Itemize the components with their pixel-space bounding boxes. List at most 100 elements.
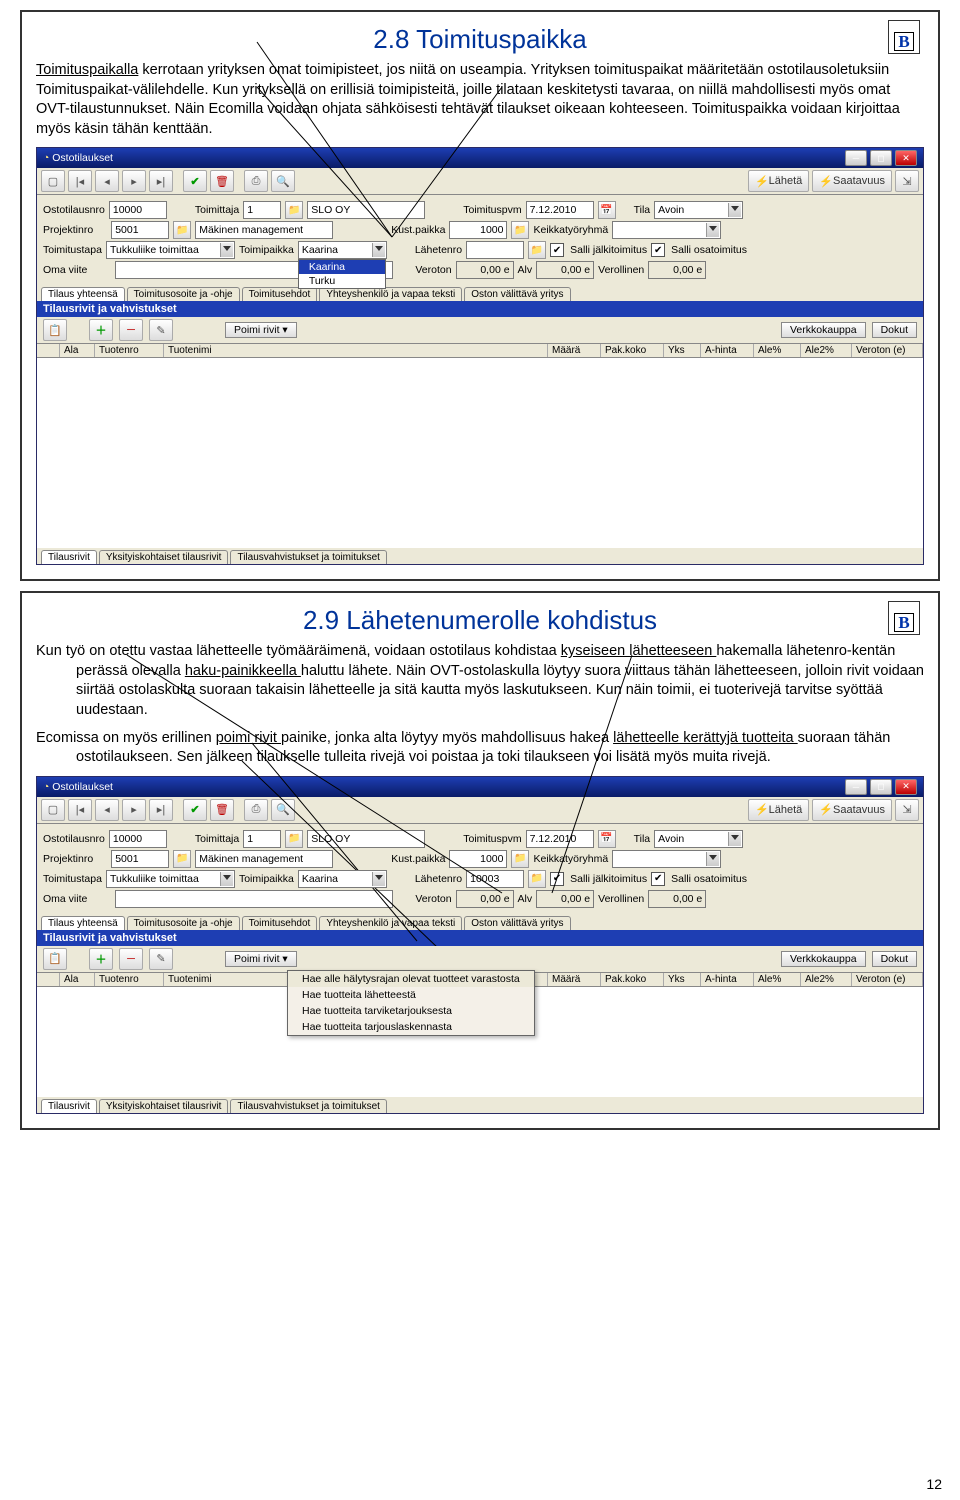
toimittaja-lookup-icon[interactable]: 📁 xyxy=(285,830,303,848)
tool-delete-icon[interactable]: 🗑 xyxy=(210,170,234,192)
gh-ahinta[interactable]: A-hinta xyxy=(701,344,754,357)
projekti-lookup-icon[interactable]: 📁 xyxy=(173,850,191,868)
tool-print-icon[interactable]: ⎙ xyxy=(244,170,268,192)
tila-combo[interactable]: Avoin xyxy=(654,830,743,848)
calendar-icon[interactable]: 📅 xyxy=(598,830,616,848)
toimittaja-no-field[interactable]: 1 xyxy=(243,201,281,219)
tool-first-icon[interactable]: |◂ xyxy=(68,799,92,821)
tool-last-icon[interactable]: ▸| xyxy=(149,170,173,192)
tool-delete-icon[interactable]: 🗑 xyxy=(210,799,234,821)
tab-toimitusosoite[interactable]: Toimitusosoite ja -ohje xyxy=(127,916,240,930)
lahetenro-lookup-icon[interactable]: 📁 xyxy=(528,870,546,888)
projektinro-field[interactable]: 5001 xyxy=(111,850,169,868)
row-tool-icon[interactable]: ✎ xyxy=(149,319,173,341)
tool-search-icon[interactable]: 🔍 xyxy=(271,170,295,192)
grid-body-empty[interactable] xyxy=(37,358,923,548)
ostotilausnro-field[interactable]: 10000 xyxy=(109,830,167,848)
tab-toimitusehdot[interactable]: Toimitusehdot xyxy=(242,916,318,930)
gh-maara[interactable]: Määrä xyxy=(548,973,601,986)
tool-accept-icon[interactable]: ✔ xyxy=(183,799,207,821)
laheta-button[interactable]: ⚡ Lähetä xyxy=(748,170,809,192)
close-button[interactable]: ✕ xyxy=(895,150,917,166)
salli-jalki-checkbox[interactable]: ✔ xyxy=(550,872,564,886)
row-tool-icon[interactable]: ✎ xyxy=(149,948,173,970)
tool-next-icon[interactable]: ▸ xyxy=(122,170,146,192)
toimittaja-name-field[interactable]: SLO OY xyxy=(307,830,425,848)
lahetenro-lookup-icon[interactable]: 📁 xyxy=(528,241,546,259)
salli-osa-checkbox[interactable]: ✔ xyxy=(651,872,665,886)
kustpaikka-field[interactable]: 1000 xyxy=(449,850,507,868)
tool-accept-icon[interactable]: ✔ xyxy=(183,170,207,192)
salli-jalki-checkbox[interactable]: ✔ xyxy=(550,243,564,257)
saatavuus-button[interactable]: ⚡ Saatavuus xyxy=(812,170,892,192)
tool-new-icon[interactable]: ▢ xyxy=(41,799,65,821)
maximize-button[interactable]: ◻ xyxy=(870,779,892,795)
tab-tilausvahvistukset[interactable]: Tilausvahvistukset ja toimitukset xyxy=(230,550,386,564)
gh-ale2[interactable]: Ale2% xyxy=(801,344,852,357)
tool-last-icon[interactable]: ▸| xyxy=(149,799,173,821)
gh-maara[interactable]: Määrä xyxy=(548,344,601,357)
gh-blank[interactable] xyxy=(37,344,60,357)
row-remove-icon[interactable]: ─ xyxy=(119,319,143,341)
menu-item-hae-tarviketarjous[interactable]: Hae tuotteita tarviketarjouksesta xyxy=(288,1003,534,1019)
tab-tilaus-yhteensa[interactable]: Tilaus yhteensä xyxy=(41,916,125,930)
toimitustapa-combo[interactable]: Tukkuliike toimittaa xyxy=(106,241,235,259)
toimipaikka-combo[interactable]: Kaarina xyxy=(298,870,387,888)
projektinimi-field[interactable]: Mäkinen management xyxy=(195,850,333,868)
gh-ala[interactable]: Ala xyxy=(60,344,95,357)
projektinimi-field[interactable]: Mäkinen management xyxy=(195,221,333,239)
projektinro-field[interactable]: 5001 xyxy=(111,221,169,239)
poimi-rivit-button[interactable]: Poimi rivit ▾ xyxy=(225,951,297,967)
tila-combo[interactable]: Avoin xyxy=(654,201,743,219)
verkkokauppa-button[interactable]: Verkkokauppa xyxy=(781,951,866,967)
tool-extra-icon[interactable]: ⇲ xyxy=(895,170,919,192)
kustpaikka-field[interactable]: 1000 xyxy=(449,221,507,239)
dokut-button[interactable]: Dokut xyxy=(872,951,917,967)
tool-prev-icon[interactable]: ◂ xyxy=(95,799,119,821)
toimitustapa-combo[interactable]: Tukkuliike toimittaa xyxy=(106,870,235,888)
gh-ale2[interactable]: Ale2% xyxy=(801,973,852,986)
toimituspvm-field[interactable]: 7.12.2010 xyxy=(526,830,594,848)
minimize-button[interactable]: ─ xyxy=(845,779,867,795)
gh-pakkoko[interactable]: Pak.koko xyxy=(601,973,664,986)
row-clipboard-icon[interactable]: 📋 xyxy=(43,319,67,341)
dropdown-item-turku[interactable]: Turku xyxy=(299,274,385,288)
gh-tuotenro[interactable]: Tuotenro xyxy=(95,344,164,357)
tab-yksityiskohtaiset[interactable]: Yksityiskohtaiset tilausrivit xyxy=(99,550,229,564)
tab-yhteyshenkilo[interactable]: Yhteyshenkilö ja vapaa teksti xyxy=(319,287,462,301)
minimize-button[interactable]: ─ xyxy=(845,150,867,166)
row-clipboard-icon[interactable]: 📋 xyxy=(43,948,67,970)
gh-veroton[interactable]: Veroton (e) xyxy=(852,973,923,986)
gh-blank[interactable] xyxy=(37,973,60,986)
tool-print-icon[interactable]: ⎙ xyxy=(244,799,268,821)
tab-tilaus-yhteensa[interactable]: Tilaus yhteensä xyxy=(41,287,125,301)
tab-yhteyshenkilo[interactable]: Yhteyshenkilö ja vapaa teksti xyxy=(319,916,462,930)
tab-oston-valittava[interactable]: Oston välittävä yritys xyxy=(464,287,570,301)
tool-next-icon[interactable]: ▸ xyxy=(122,799,146,821)
tab-toimitusehdot[interactable]: Toimitusehdot xyxy=(242,287,318,301)
tab-oston-valittava[interactable]: Oston välittävä yritys xyxy=(464,916,570,930)
toimipaikka-combo[interactable]: Kaarina xyxy=(298,241,387,259)
poimi-rivit-button[interactable]: Poimi rivit ▾ xyxy=(225,322,297,338)
dokut-button[interactable]: Dokut xyxy=(872,322,917,338)
row-add-icon[interactable]: ＋ xyxy=(89,948,113,970)
tab-tilausvahvistukset[interactable]: Tilausvahvistukset ja toimitukset xyxy=(230,1099,386,1113)
kustpaikka-lookup-icon[interactable]: 📁 xyxy=(511,850,529,868)
gh-pakkoko[interactable]: Pak.koko xyxy=(601,344,664,357)
ostotilausnro-field[interactable]: 10000 xyxy=(109,201,167,219)
toimittaja-name-field[interactable]: SLO OY xyxy=(307,201,425,219)
toimittaja-no-field[interactable]: 1 xyxy=(243,830,281,848)
menu-item-hae-tarjouslaskenta[interactable]: Hae tuotteita tarjouslaskennasta xyxy=(288,1019,534,1035)
lahetenro-field[interactable]: 10003 xyxy=(466,870,524,888)
omaviite-field[interactable] xyxy=(115,890,393,908)
saatavuus-button[interactable]: ⚡ Saatavuus xyxy=(812,799,892,821)
gh-tuotenro[interactable]: Tuotenro xyxy=(95,973,164,986)
row-remove-icon[interactable]: ─ xyxy=(119,948,143,970)
gh-yks[interactable]: Yks xyxy=(664,973,701,986)
kustpaikka-lookup-icon[interactable]: 📁 xyxy=(511,221,529,239)
lahetenro-field[interactable] xyxy=(466,241,524,259)
calendar-icon[interactable]: 📅 xyxy=(598,201,616,219)
gh-ala[interactable]: Ala xyxy=(60,973,95,986)
toimituspvm-field[interactable]: 7.12.2010 xyxy=(526,201,594,219)
maximize-button[interactable]: ◻ xyxy=(870,150,892,166)
